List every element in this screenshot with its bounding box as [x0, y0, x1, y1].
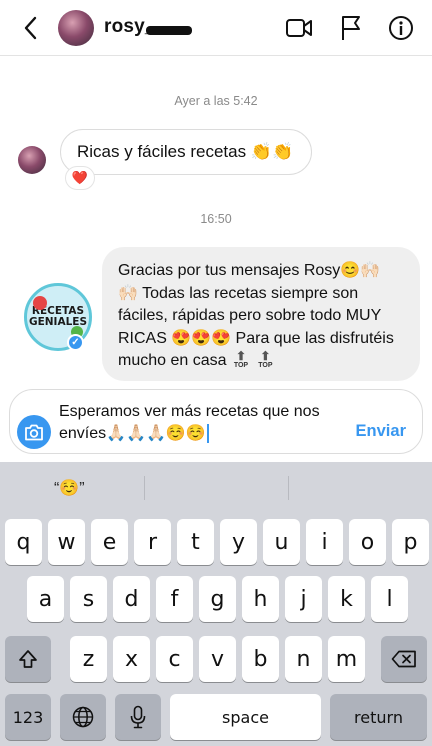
- key-h[interactable]: h: [242, 576, 279, 622]
- key-q[interactable]: q: [5, 519, 42, 565]
- key-l[interactable]: l: [371, 576, 408, 622]
- key-n[interactable]: n: [285, 636, 322, 682]
- text-cursor: [206, 424, 209, 444]
- key-i[interactable]: i: [306, 519, 343, 565]
- suggestion-divider: [144, 476, 145, 500]
- report-button[interactable]: [336, 13, 366, 43]
- heart-reaction[interactable]: ❤️: [65, 166, 95, 190]
- key-b[interactable]: b: [242, 636, 279, 682]
- suggestion-divider: [288, 476, 289, 500]
- return-key[interactable]: return: [330, 694, 427, 740]
- top-label: TOP: [233, 362, 249, 370]
- key-t[interactable]: t: [177, 519, 214, 565]
- key-j[interactable]: j: [285, 576, 322, 622]
- suggestion-bar: “☺️”: [0, 462, 432, 512]
- info-button[interactable]: [386, 13, 416, 43]
- key-k[interactable]: k: [328, 576, 365, 622]
- logo-decoration: [33, 296, 47, 310]
- send-button[interactable]: Enviar: [356, 422, 406, 441]
- key-y[interactable]: y: [220, 519, 257, 565]
- camera-button[interactable]: [17, 415, 51, 449]
- verified-badge-icon: ✓: [67, 334, 84, 351]
- incoming-message[interactable]: Ricas y fáciles recetas 👏👏: [60, 129, 312, 175]
- key-s[interactable]: s: [70, 576, 107, 622]
- back-button[interactable]: [18, 14, 42, 42]
- dictation-key[interactable]: [115, 694, 161, 740]
- key-c[interactable]: c: [156, 636, 193, 682]
- timestamp: 16:50: [200, 212, 232, 226]
- key-z[interactable]: z: [70, 636, 107, 682]
- top-arrow-icon: ⬆ TOP: [258, 349, 273, 370]
- timestamp: Ayer a las 5:42: [174, 94, 258, 108]
- shift-icon: [19, 650, 37, 668]
- message-input[interactable]: Esperamos ver más recetas que nos envíes…: [59, 401, 355, 445]
- avatar[interactable]: [58, 10, 94, 46]
- chevron-left-icon: [24, 16, 37, 40]
- suggestion-item[interactable]: “☺️”: [54, 478, 85, 498]
- sender-avatar[interactable]: [18, 146, 46, 174]
- space-key[interactable]: space: [170, 694, 321, 740]
- key-f[interactable]: f: [156, 576, 193, 622]
- key-p[interactable]: p: [392, 519, 429, 565]
- key-r[interactable]: r: [134, 519, 171, 565]
- key-o[interactable]: o: [349, 519, 386, 565]
- key-m[interactable]: m: [328, 636, 365, 682]
- key-e[interactable]: e: [91, 519, 128, 565]
- key-v[interactable]: v: [199, 636, 236, 682]
- redaction-scribble: [146, 26, 192, 35]
- keyboard: “☺️” q w e r t y u i o p a s d f g h j k…: [0, 462, 432, 746]
- backspace-icon: [391, 650, 416, 668]
- key-u[interactable]: u: [263, 519, 300, 565]
- message-composer[interactable]: Esperamos ver más recetas que nos envíes…: [9, 389, 423, 454]
- microphone-icon: [130, 705, 146, 729]
- top-arrow-icon: ⬆ TOP: [233, 349, 249, 370]
- key-g[interactable]: g: [199, 576, 236, 622]
- key-a[interactable]: a: [27, 576, 64, 622]
- camera-icon: [25, 424, 43, 440]
- numbers-key[interactable]: 123: [5, 694, 51, 740]
- key-w[interactable]: w: [48, 519, 85, 565]
- message-input-value: Esperamos ver más recetas que nos envíes…: [59, 403, 320, 442]
- outgoing-message[interactable]: Gracias por tus mensajes Rosy😊🙌🏻 🙌🏻 Toda…: [102, 247, 420, 381]
- key-d[interactable]: d: [113, 576, 150, 622]
- key-x[interactable]: x: [113, 636, 150, 682]
- globe-icon: [72, 706, 94, 728]
- video-call-button[interactable]: [284, 13, 314, 43]
- backspace-key[interactable]: [381, 636, 427, 682]
- video-camera-icon: [286, 19, 312, 37]
- info-icon: [389, 16, 413, 40]
- flag-icon: [342, 16, 360, 40]
- shift-key[interactable]: [5, 636, 51, 682]
- chat-header: rosy_: [0, 0, 432, 56]
- globe-key[interactable]: [60, 694, 106, 740]
- top-label: TOP: [258, 362, 273, 370]
